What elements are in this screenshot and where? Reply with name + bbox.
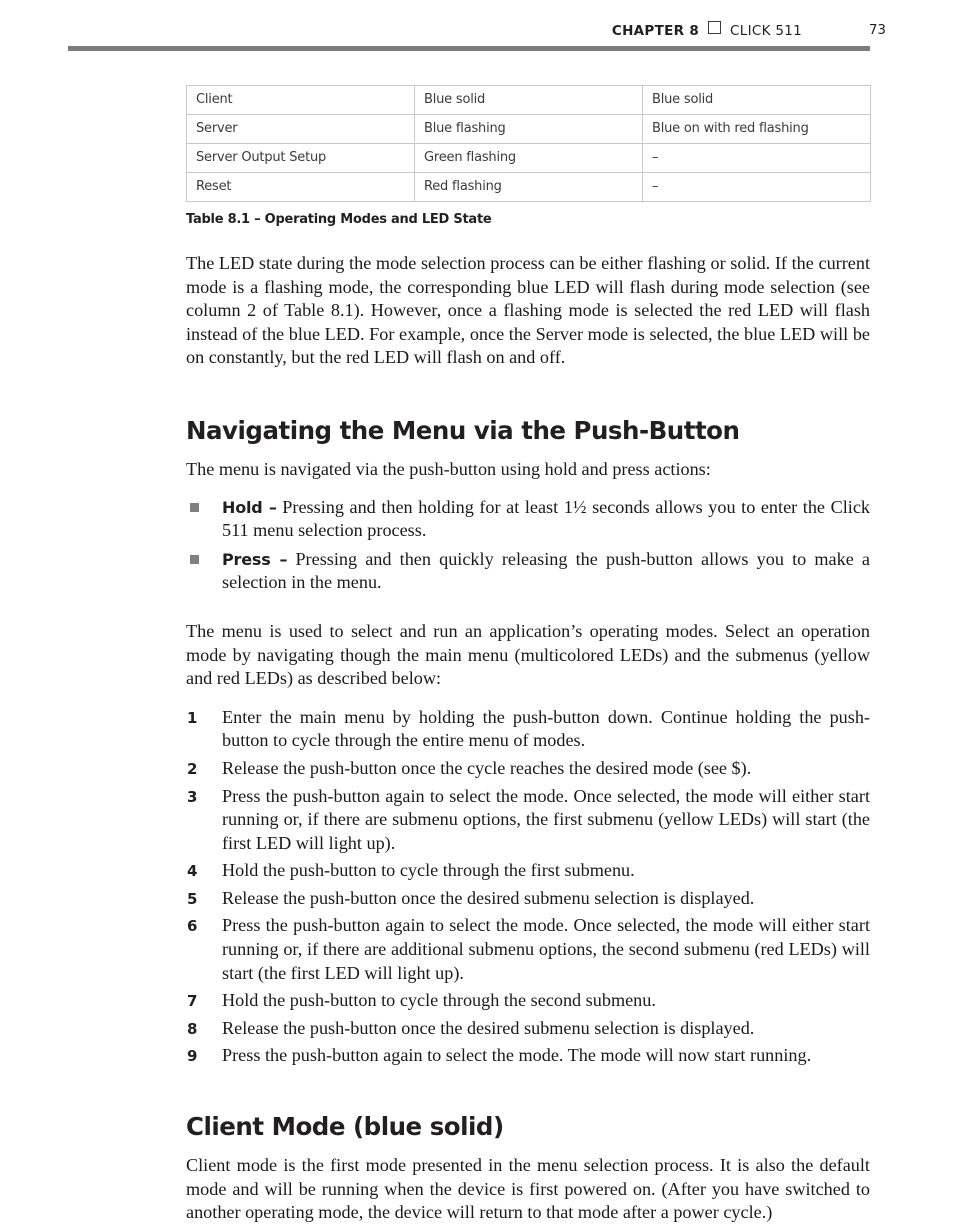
list-item: 6 Press the push-button again to select …	[186, 914, 870, 985]
list-item: 1 Enter the main menu by holding the pus…	[186, 706, 870, 753]
table-row: Server Output Setup Green flashing –	[186, 143, 871, 173]
action-label: Hold –	[222, 497, 277, 517]
page-number: 73	[868, 22, 886, 38]
page-header: CHAPTER 8 CLICK 511 73	[68, 21, 886, 52]
chapter-label: CHAPTER 8	[611, 23, 700, 39]
table-cell-selection-led: Green flashing	[414, 143, 643, 173]
operating-modes-table: Client Blue solid Blue solid Server Blue…	[186, 85, 871, 202]
step-text: Press the push-button again to select th…	[222, 915, 870, 983]
step-number: 1	[187, 708, 198, 727]
square-bullet-icon	[190, 502, 199, 512]
list-item: 8 Release the push-button once the desir…	[186, 1017, 870, 1041]
paragraph-menu-intro: The menu is navigated via the push-butto…	[186, 458, 711, 479]
step-text: Hold the push-button to cycle through th…	[222, 990, 656, 1011]
list-item: Press – Pressing and then quickly releas…	[186, 548, 870, 595]
step-text: Release the push-button once the cycle r…	[222, 757, 752, 778]
list-item: 5 Release the push-button once the desir…	[186, 887, 870, 911]
table-cell-selection-led: Red flashing	[414, 172, 643, 202]
table-cell-mode: Server	[186, 114, 415, 144]
table-row: Client Blue solid Blue solid	[186, 85, 871, 115]
actions-list: Hold – Pressing and then holding for at …	[186, 496, 870, 595]
running-head: CHAPTER 8 CLICK 511	[611, 21, 802, 39]
square-bullet-icon	[190, 554, 199, 564]
table-body: Client Blue solid Blue solid Server Blue…	[186, 85, 871, 202]
action-label: Press –	[222, 549, 288, 569]
list-item: 2 Release the push-button once the cycle…	[186, 757, 870, 781]
heading-client-mode: Client Mode (blue solid)	[186, 1112, 504, 1142]
list-item: 4 Hold the push-button to cycle through …	[186, 859, 870, 883]
step-number: 3	[187, 787, 198, 806]
action-text: Pressing and then quickly releasing the …	[222, 548, 870, 593]
paragraph-menu-usage: The menu is used to select and run an ap…	[186, 620, 870, 689]
table-cell-mode: Reset	[186, 172, 415, 202]
step-number: 8	[187, 1019, 198, 1038]
product-label: CLICK 511	[730, 23, 802, 39]
step-number: 7	[187, 992, 198, 1011]
paragraph-led-state: The LED state during the mode selection …	[186, 253, 870, 368]
table-cell-mode: Server Output Setup	[186, 143, 415, 173]
table-cell-running-led: Blue solid	[642, 85, 871, 115]
step-text: Press the push-button again to select th…	[222, 785, 870, 853]
step-number: 5	[187, 889, 198, 908]
step-number: 6	[187, 917, 198, 936]
step-number: 9	[187, 1047, 198, 1066]
step-number: 2	[187, 759, 198, 778]
list-item: 7 Hold the push-button to cycle through …	[186, 989, 870, 1013]
step-text: Press the push-button again to select th…	[222, 1045, 812, 1066]
step-text: Enter the main menu by holding the push-…	[222, 706, 870, 751]
step-number: 4	[187, 862, 198, 881]
list-item: 3 Press the push-button again to select …	[186, 785, 870, 856]
table-cell-running-led: –	[642, 172, 871, 202]
step-text: Hold the push-button to cycle through th…	[222, 860, 635, 881]
step-text: Release the push-button once the desired…	[222, 887, 755, 908]
table-cell-running-led: –	[642, 143, 871, 173]
paragraph-client-mode: Client mode is the first mode presented …	[186, 1155, 870, 1223]
table-cell-running-led: Blue on with red flashing	[642, 114, 871, 144]
step-text: Release the push-button once the desired…	[222, 1017, 755, 1038]
action-text: Pressing and then holding for at least 1…	[222, 496, 870, 541]
table-row: Server Blue flashing Blue on with red fl…	[186, 114, 871, 144]
list-item: 9 Press the push-button again to select …	[186, 1044, 870, 1068]
table-cell-selection-led: Blue flashing	[414, 114, 643, 144]
table-cell-selection-led: Blue solid	[414, 85, 643, 115]
table-row: Reset Red flashing –	[186, 172, 871, 202]
page-content: Client Blue solid Blue solid Server Blue…	[186, 85, 871, 1225]
list-item: Hold – Pressing and then holding for at …	[186, 496, 870, 543]
heading-navigating-menu: Navigating the Menu via the Push-Button	[186, 415, 740, 445]
table-caption: Table 8.1 – Operating Modes and LED Stat…	[186, 212, 492, 227]
header-rule	[68, 46, 870, 51]
table-cell-mode: Client	[186, 85, 415, 115]
square-outline-icon	[708, 21, 722, 34]
steps-list: 1 Enter the main menu by holding the pus…	[186, 706, 870, 1068]
